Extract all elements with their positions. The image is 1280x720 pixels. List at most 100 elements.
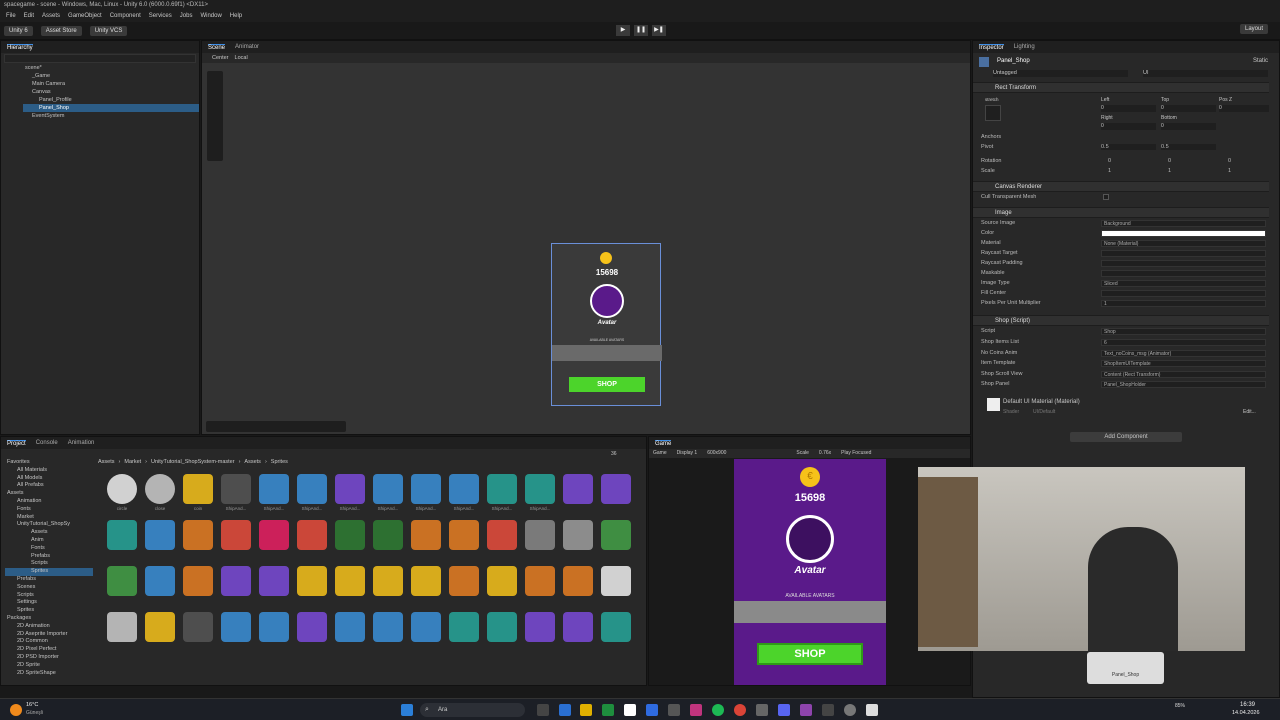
- clock-time[interactable]: 16:39: [1240, 702, 1255, 708]
- sprite-asset[interactable]: [487, 474, 517, 504]
- object-name-field[interactable]: Panel_Shop: [997, 58, 1030, 64]
- tag-dropdown[interactable]: Untagged: [993, 70, 1128, 77]
- capcut-icon[interactable]: [822, 704, 834, 716]
- anchor-presets-button[interactable]: [985, 105, 1001, 121]
- instagram-icon[interactable]: [690, 704, 702, 716]
- project-tree-item[interactable]: 2D Aseprite Importer: [5, 631, 93, 639]
- unity-hub-icon[interactable]: [624, 704, 636, 716]
- sprite-asset[interactable]: [297, 566, 327, 596]
- crumb-0[interactable]: Assets: [98, 459, 115, 465]
- material-title[interactable]: Default UI Material (Material): [1003, 399, 1080, 405]
- tab-game[interactable]: Game: [655, 439, 672, 447]
- sprite-asset[interactable]: [183, 566, 213, 596]
- crumb-3[interactable]: Assets: [244, 459, 261, 465]
- menu-assets[interactable]: Assets: [42, 10, 60, 22]
- play-focused-dropdown[interactable]: Play Focused: [841, 449, 871, 458]
- hierarchy-item[interactable]: Main Camera: [23, 80, 199, 88]
- sprite-asset[interactable]: [335, 566, 365, 596]
- sprite-asset[interactable]: [601, 612, 631, 642]
- app2-icon[interactable]: [756, 704, 768, 716]
- chrome-icon[interactable]: [734, 704, 746, 716]
- project-tree-item[interactable]: 2D PSD Importer: [5, 654, 93, 662]
- project-tree-item[interactable]: Favorites: [5, 459, 93, 467]
- sprite-asset[interactable]: [563, 566, 593, 596]
- project-tree-item[interactable]: All Prefabs: [5, 482, 93, 490]
- tab-inspector[interactable]: Inspector: [979, 43, 1004, 51]
- menu-edit[interactable]: Edit: [24, 10, 34, 22]
- sprite-asset[interactable]: [373, 566, 403, 596]
- rt-posz-field[interactable]: 0: [1219, 105, 1269, 112]
- layout-dropdown[interactable]: Layout: [1240, 24, 1269, 34]
- tab-scene[interactable]: Scene: [208, 43, 226, 51]
- spotify-icon[interactable]: [712, 704, 724, 716]
- sprite-asset[interactable]: [487, 566, 517, 596]
- rot-z[interactable]: 0: [1228, 158, 1231, 164]
- sprite-asset[interactable]: [221, 612, 251, 642]
- sprite-asset[interactable]: [373, 612, 403, 642]
- app-icon[interactable]: [668, 704, 680, 716]
- sprite-asset[interactable]: [563, 474, 593, 504]
- avatar-scroll-view[interactable]: [734, 601, 886, 623]
- vcs-button[interactable]: Unity VCS: [89, 25, 128, 36]
- canvas-preview[interactable]: 15698 Avatar AVAILABLE AVATARS SHOP: [551, 243, 662, 406]
- tab-console[interactable]: Console: [36, 440, 58, 446]
- hierarchy-item[interactable]: scene*: [23, 64, 199, 72]
- vs-icon[interactable]: [800, 704, 812, 716]
- scene-tools-overlay[interactable]: [207, 71, 223, 161]
- obs-icon[interactable]: [844, 704, 856, 716]
- menu-help[interactable]: Help: [230, 10, 242, 22]
- tab-animation[interactable]: Animation: [68, 440, 95, 446]
- sprite-asset[interactable]: [297, 474, 327, 504]
- menu-file[interactable]: File: [6, 10, 16, 22]
- game-mode-dropdown[interactable]: Game: [653, 449, 667, 458]
- rot-x[interactable]: 0: [1108, 158, 1111, 164]
- tab-lighting[interactable]: Lighting: [1014, 44, 1035, 50]
- script-field[interactable]: Shop: [1101, 328, 1266, 335]
- image-prop-value[interactable]: [1101, 290, 1266, 297]
- tab-project[interactable]: Project: [7, 439, 26, 447]
- game-shop-button[interactable]: SHOP: [757, 643, 863, 665]
- image-prop-value[interactable]: Sliced: [1101, 280, 1266, 287]
- sprite-asset[interactable]: [297, 612, 327, 642]
- project-tree-item[interactable]: Sprites: [5, 607, 93, 615]
- hierarchy-search-input[interactable]: [4, 54, 196, 63]
- pivot-mode[interactable]: Center: [212, 53, 229, 63]
- shop-prop-value[interactable]: Text_noCoins_msg (Animator): [1101, 349, 1266, 357]
- rt-right-field[interactable]: 0: [1101, 123, 1156, 130]
- sprite-asset[interactable]: [259, 566, 289, 596]
- sprite-asset[interactable]: [449, 520, 479, 550]
- sprite-asset[interactable]: [335, 474, 365, 504]
- sprite-asset[interactable]: [373, 520, 403, 550]
- project-tree-item[interactable]: 2D Animation: [5, 623, 93, 631]
- clock-date[interactable]: 14.04.2026: [1232, 710, 1260, 716]
- scale-y[interactable]: 1: [1168, 168, 1171, 174]
- project-tree-item[interactable]: Scripts: [5, 560, 93, 568]
- layer-dropdown[interactable]: UI: [1143, 70, 1268, 77]
- tab-animator[interactable]: Animator: [235, 44, 259, 50]
- sprite-asset[interactable]: [601, 520, 631, 550]
- weather-icon[interactable]: [10, 704, 22, 716]
- sprite-asset[interactable]: [525, 612, 555, 642]
- anchors-row[interactable]: Anchors: [973, 134, 1268, 144]
- discord-icon[interactable]: [778, 704, 790, 716]
- sprite-asset[interactable]: [335, 520, 365, 550]
- tab-hierarchy[interactable]: Hierarchy: [7, 43, 33, 51]
- scale-z[interactable]: 1: [1228, 168, 1231, 174]
- asset-store-button[interactable]: Asset Store: [40, 25, 82, 36]
- photoshop-icon[interactable]: [646, 704, 658, 716]
- scale-x[interactable]: 1: [1108, 168, 1111, 174]
- hierarchy-item[interactable]: Panel_Profile: [23, 96, 199, 104]
- project-tree-item[interactable]: 2D Common: [5, 638, 93, 646]
- project-tree-item[interactable]: Assets: [5, 529, 93, 537]
- sprite-asset[interactable]: [145, 612, 175, 642]
- menu-window[interactable]: Window: [200, 10, 221, 22]
- sprite-asset[interactable]: [145, 566, 175, 596]
- menu-gameobject[interactable]: GameObject: [68, 10, 102, 22]
- menu-jobs[interactable]: Jobs: [180, 10, 193, 22]
- taskview-icon[interactable]: [537, 704, 549, 716]
- sprite-asset[interactable]: [107, 520, 137, 550]
- sprite-asset[interactable]: [183, 474, 213, 504]
- rt-left-field[interactable]: 0: [1101, 105, 1156, 112]
- sprite-asset[interactable]: [183, 520, 213, 550]
- shader-edit-button[interactable]: Edit...: [1243, 409, 1256, 415]
